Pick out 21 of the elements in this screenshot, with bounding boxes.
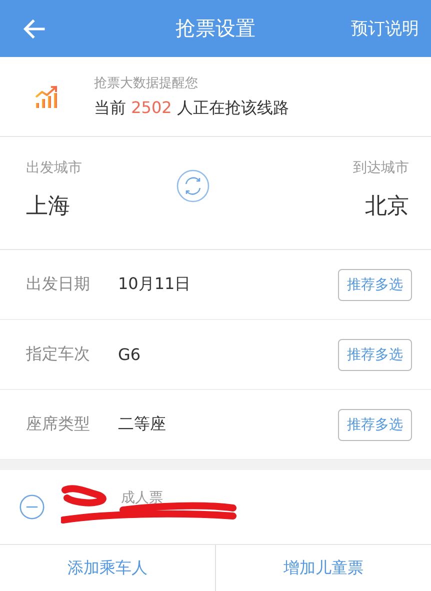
recommend-button[interactable]: 推荐多选 [338, 268, 412, 300]
page-title: 抢票设置 [176, 15, 256, 42]
swap-icon[interactable] [176, 169, 210, 203]
departure-city[interactable]: 上海 [26, 191, 82, 221]
setting-value[interactable]: 二等座 [118, 414, 166, 435]
remove-icon[interactable] [19, 494, 45, 520]
departure-label: 出发城市 [26, 159, 82, 177]
arrival-city[interactable]: 北京 [365, 191, 409, 221]
setting-value[interactable]: 10月11日 [118, 274, 191, 295]
recommend-button[interactable]: 推荐多选 [338, 338, 412, 370]
setting-label: 出发日期 [26, 274, 91, 295]
reminder-message: 当前 2502 人正在抢该线路 [94, 98, 289, 119]
booking-info-link[interactable]: 预订说明 [351, 17, 419, 40]
arrival-label: 到达城市 [353, 159, 409, 177]
setting-label: 座席类型 [26, 414, 91, 435]
ticket-type: 成人票 [121, 489, 163, 507]
setting-label: 指定车次 [26, 344, 91, 365]
reminder-caption: 抢票大数据提醒您 [94, 75, 199, 92]
setting-value[interactable]: G6 [118, 345, 141, 364]
recommend-button[interactable]: 推荐多选 [338, 408, 412, 440]
rising-bars-icon [34, 84, 60, 110]
